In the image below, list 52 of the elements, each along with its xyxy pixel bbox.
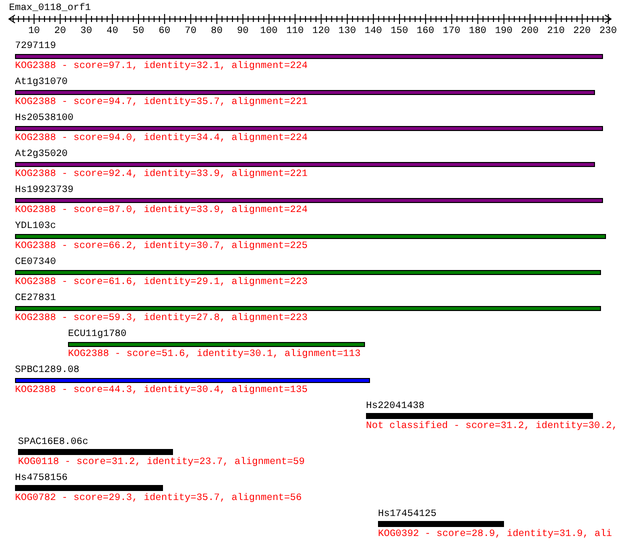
hit-name: Hs17454125	[378, 508, 437, 519]
hit-name: Hs19923739	[15, 184, 74, 195]
tick-label: 100	[259, 25, 279, 36]
tick-label: 230	[598, 25, 618, 36]
hit-name: 7297119	[15, 40, 56, 51]
tick-label: 180	[468, 25, 488, 36]
hit-description: KOG2388 - score=94.0, identity=34.4, alignment=224	[15, 132, 308, 143]
hit-description: KOG2388 - score=97.1, identity=32.1, alignment=224	[15, 60, 308, 71]
tick-label: 110	[285, 25, 305, 36]
hit-name: YDL103c	[15, 220, 56, 231]
hit-description: KOG2388 - score=94.7, identity=35.7, alignment=221	[15, 96, 308, 107]
hit-description: KOG2388 - score=92.4, identity=33.9, alignment=221	[15, 168, 308, 179]
tick-label: 210	[546, 25, 566, 36]
hit-name: ECU11g1780	[68, 328, 127, 339]
hit-description: KOG2388 - score=44.3, identity=30.4, alignment=135	[15, 384, 308, 395]
tick-label: 70	[184, 25, 198, 36]
hit-name: At2g35020	[15, 148, 68, 159]
hit-description: KOG2388 - score=59.3, identity=27.8, alignment=223	[15, 312, 308, 323]
hit-description: KOG2388 - score=66.2, identity=30.7, alignment=225	[15, 240, 308, 251]
tick-label: 10	[27, 25, 41, 36]
tick-label: 20	[53, 25, 67, 36]
hit-name: At1g31070	[15, 76, 68, 87]
tick-label: 90	[236, 25, 250, 36]
hit-name: CE27831	[15, 292, 56, 303]
sequence-title: Emax_0118_orf1	[8, 1, 91, 13]
hit-name: Hs22041438	[366, 400, 425, 411]
tick-label: 150	[390, 25, 410, 36]
hit-name: SPAC16E8.06c	[18, 436, 88, 447]
tick-label: 200	[520, 25, 540, 36]
hit-description: KOG0782 - score=29.3, identity=35.7, alignment=56	[15, 492, 302, 503]
hit-description: Not classified - score=31.2, identity=30.2,	[366, 420, 618, 431]
tick-label: 120	[311, 25, 331, 36]
hit-name: Hs4758156	[15, 472, 68, 483]
hit-name: CE07340	[15, 256, 56, 267]
tick-label: 130	[337, 25, 357, 36]
tick-label: 140	[363, 25, 384, 36]
tick-label: 30	[79, 25, 94, 36]
tick-label: 40	[105, 25, 120, 36]
hit-description: KOG0118 - score=31.2, identity=23.7, alignment=59	[18, 456, 305, 467]
tick-label: 50	[132, 25, 146, 36]
hit-description: KOG2388 - score=51.6, identity=30.1, alignment=113	[68, 348, 361, 359]
hit-name: SPBC1289.08	[15, 364, 80, 375]
hit-description: KOG0392 - score=28.9, identity=31.9, ali	[378, 528, 612, 539]
tick-label: 220	[572, 25, 592, 36]
tick-label: 190	[494, 25, 514, 36]
tick-label: 160	[416, 25, 436, 36]
tick-label: 170	[442, 25, 462, 36]
tick-label: 60	[158, 25, 172, 36]
hit-name: Hs20538100	[15, 112, 74, 123]
hit-description: KOG2388 - score=61.6, identity=29.1, alignment=223	[15, 276, 308, 287]
hit-description: KOG2388 - score=87.0, identity=33.9, alignment=224	[15, 204, 308, 215]
tick-label: 80	[210, 25, 224, 36]
